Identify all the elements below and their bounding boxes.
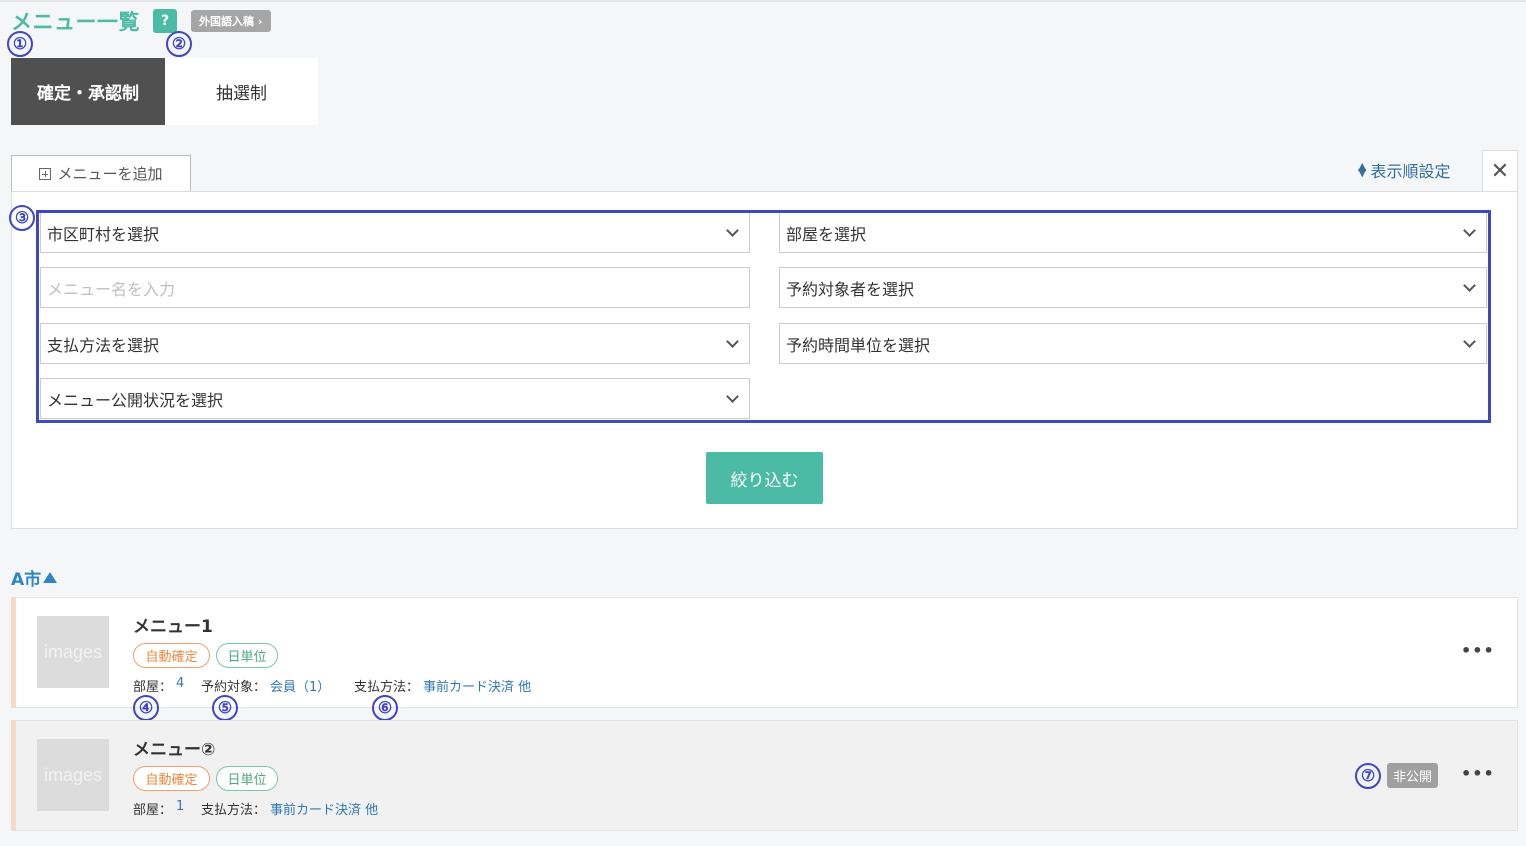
badge-day-unit: 日単位	[216, 643, 278, 668]
menu-payment: 支払方法： 事前カード決済 他	[201, 799, 378, 818]
filter-highlight-box	[36, 210, 1491, 423]
add-menu-button[interactable]: メニューを追加	[11, 155, 191, 191]
room-value: 1	[176, 799, 185, 814]
more-options-icon[interactable]: •••	[1461, 641, 1495, 660]
triangle-up-icon	[43, 572, 58, 583]
filter-submit-button[interactable]: 絞り込む	[706, 452, 823, 504]
payment-label: 支払方法：	[201, 803, 267, 818]
annotation-marker-3: ③	[9, 205, 35, 231]
more-options-icon[interactable]: •••	[1461, 764, 1495, 783]
annotation-marker-7: ⑦	[1355, 763, 1381, 789]
payment-value[interactable]: 事前カード決済 他	[270, 799, 378, 818]
annotation-marker-1: ①	[7, 31, 33, 57]
sort-icon: ▲ ▼	[1358, 160, 1367, 179]
plus-square-icon	[39, 167, 52, 180]
annotation-marker-6: ⑥	[372, 695, 398, 721]
foreign-language-button[interactable]: 外国語入稿 ›	[191, 10, 271, 32]
room-value: 4	[176, 676, 185, 691]
tab-confirm-approval[interactable]: 確定・承認制	[11, 58, 165, 125]
annotation-marker-5: ⑤	[212, 695, 238, 721]
status-badge-private: 非公開	[1387, 763, 1438, 788]
payment-label: 支払方法：	[354, 680, 420, 695]
menu-name[interactable]: メニュー②	[133, 735, 215, 760]
foreign-language-label: 外国語入稿	[199, 15, 254, 28]
page-title: メニュー一覧	[11, 10, 140, 34]
menu-room: 部屋： 1	[133, 799, 184, 818]
target-value[interactable]: 会員（1）	[270, 676, 330, 695]
menu-thumbnail: images	[37, 616, 109, 688]
city-group-name: A市	[11, 570, 42, 590]
help-button[interactable]: ?	[153, 9, 177, 33]
payment-value[interactable]: 事前カード決済 他	[423, 676, 531, 695]
room-label: 部屋：	[133, 803, 173, 818]
city-group-toggle[interactable]: A市	[11, 565, 58, 590]
chevron-right-icon: ›	[258, 14, 263, 28]
menu-name[interactable]: メニュー1	[133, 612, 213, 637]
display-order-label: 表示順設定	[1370, 162, 1451, 181]
room-label: 部屋：	[133, 680, 173, 695]
top-border	[0, 0, 1526, 2]
display-order-link[interactable]: ▲ ▼ 表示順設定	[1358, 158, 1450, 182]
menu-thumbnail: images	[37, 739, 109, 811]
target-label: 予約対象：	[201, 680, 267, 695]
close-filter-button[interactable]: ✕	[1482, 150, 1518, 191]
annotation-marker-2: ②	[166, 31, 192, 57]
add-menu-label: メニューを追加	[57, 165, 163, 183]
badge-auto-confirm: 自動確定	[133, 643, 210, 668]
menu-room: 部屋： 4	[133, 676, 184, 695]
tab-lottery[interactable]: 抽選制	[165, 58, 318, 125]
badge-day-unit: 日単位	[216, 766, 278, 791]
close-icon: ✕	[1490, 158, 1510, 184]
menu-payment: 支払方法： 事前カード決済 他	[354, 676, 531, 695]
annotation-marker-4: ④	[133, 695, 159, 721]
menu-target: 予約対象： 会員（1）	[201, 676, 330, 695]
badge-auto-confirm: 自動確定	[133, 766, 210, 791]
